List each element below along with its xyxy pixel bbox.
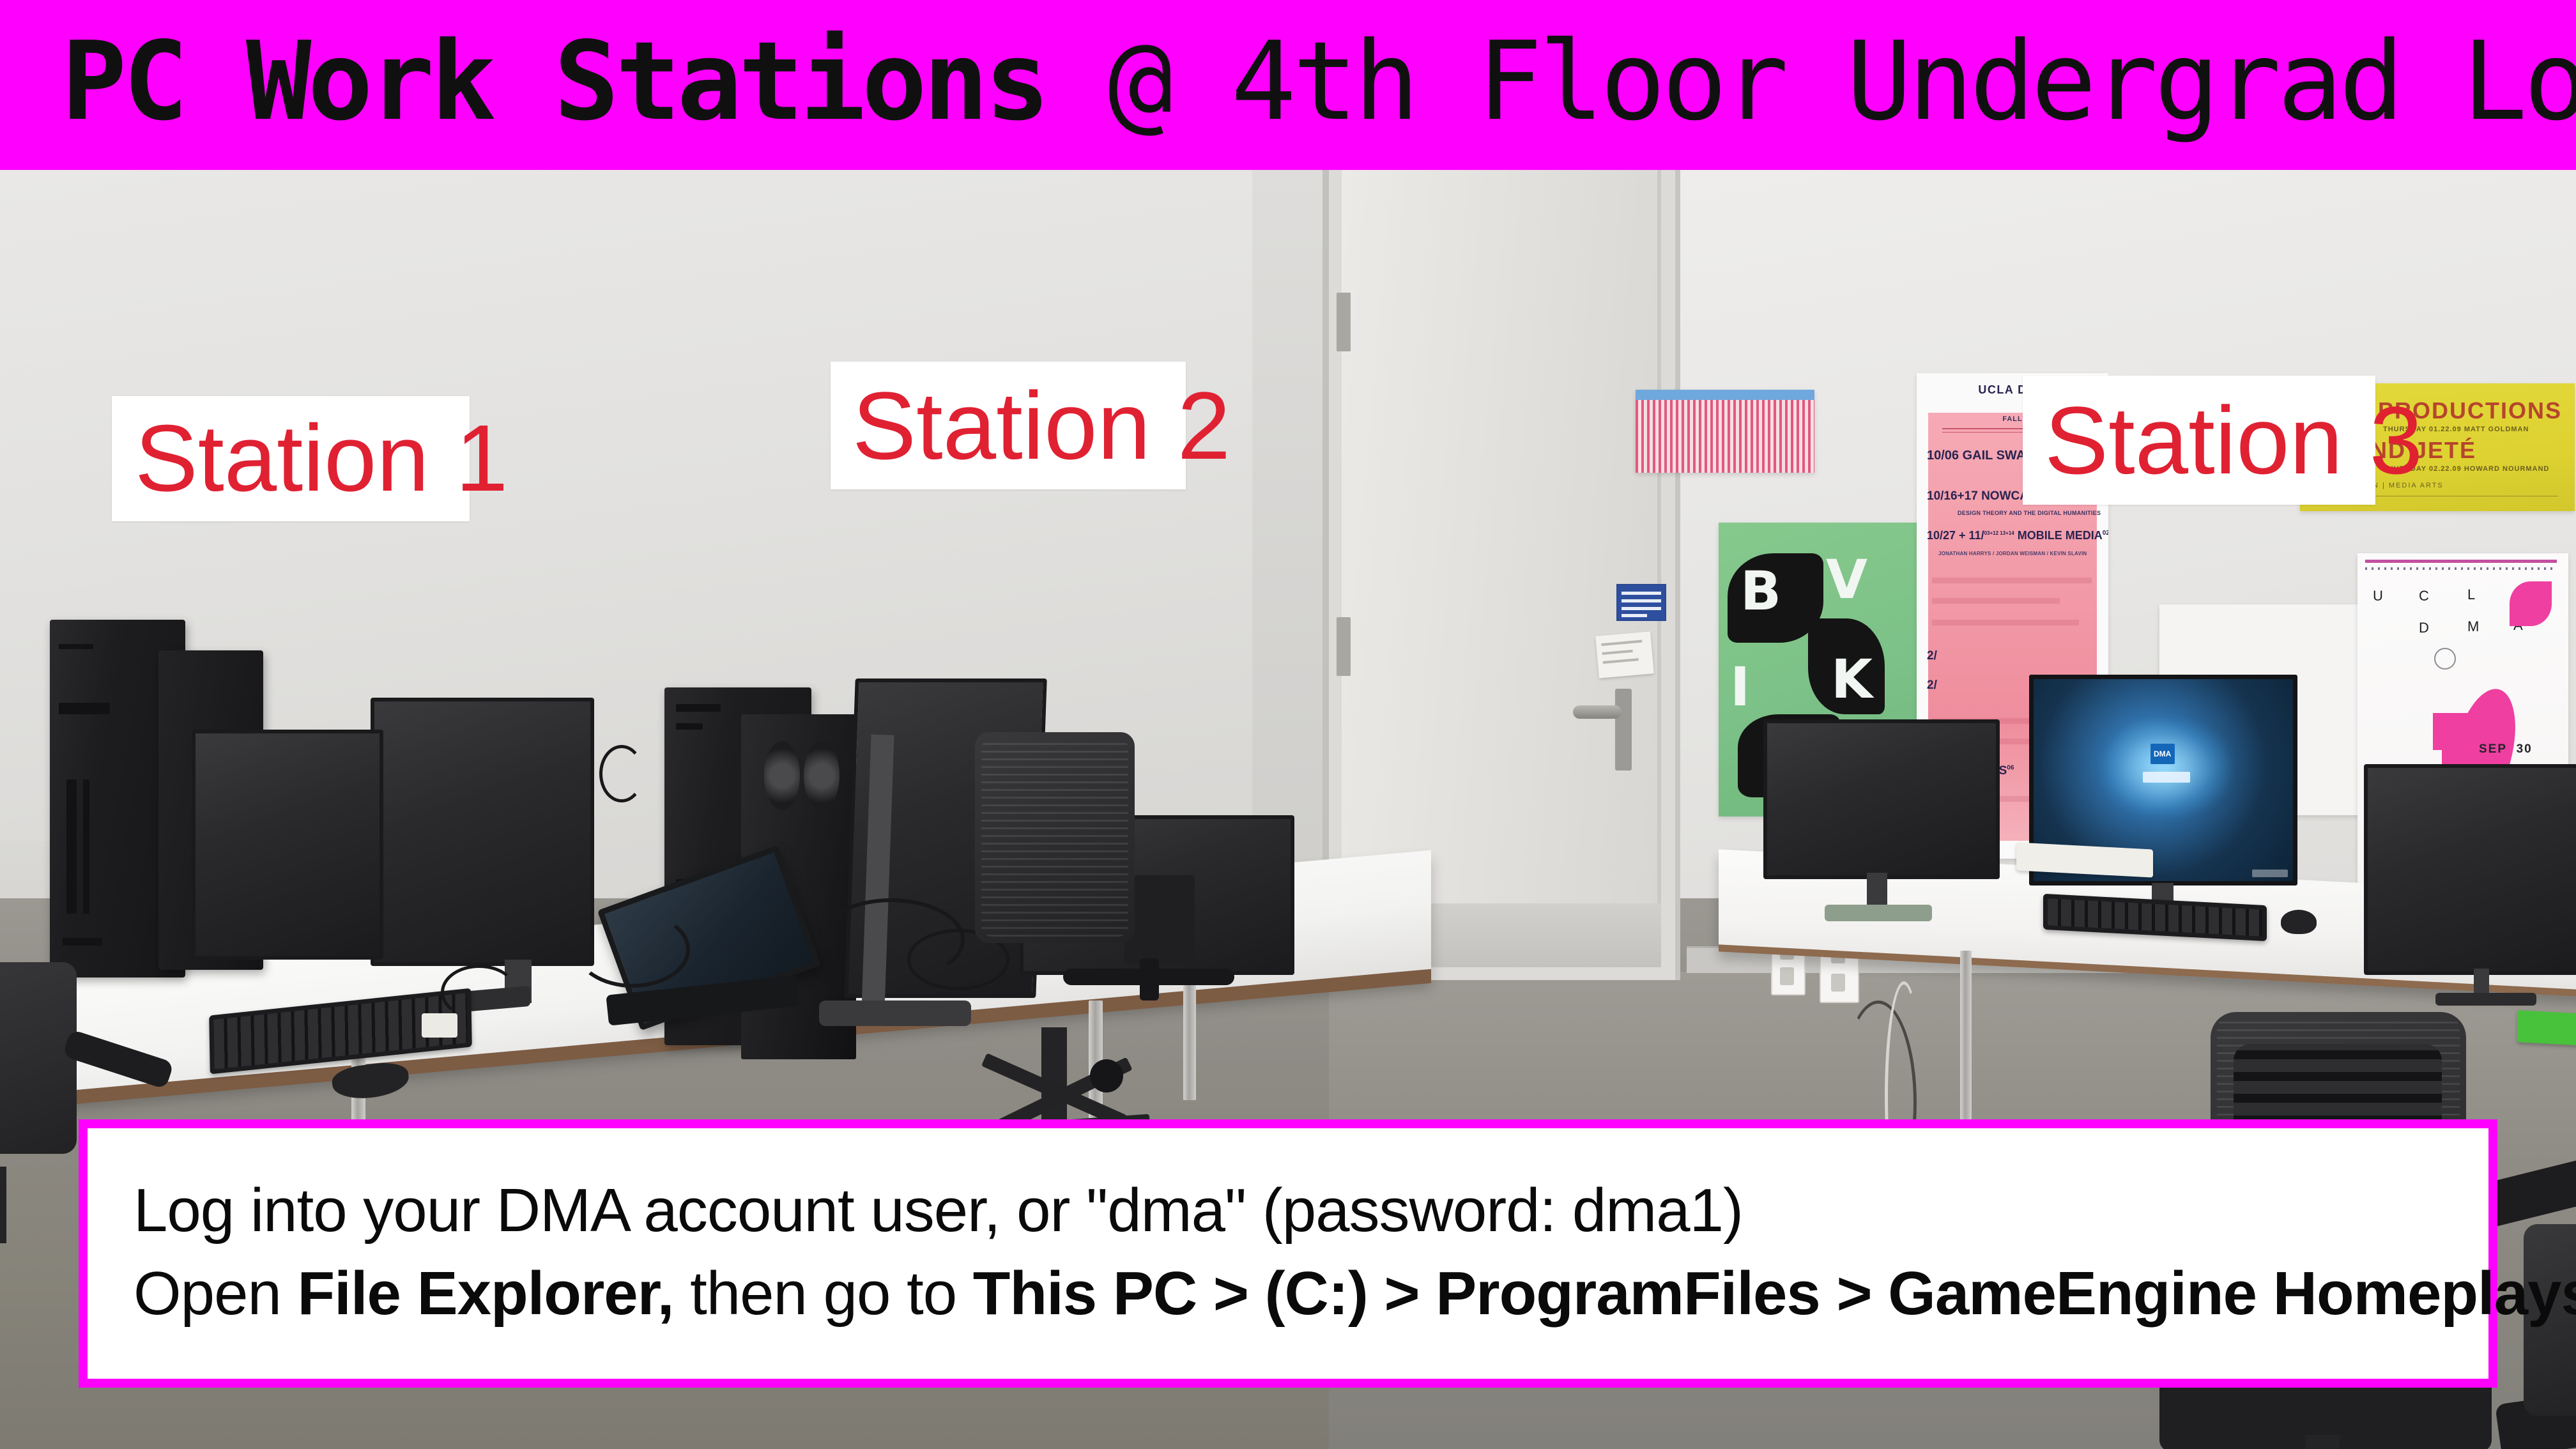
instructions-inner: Log into your DMA account user, or "dma"… (88, 1128, 2576, 1379)
page-title: PC Work Stations @ 4th Floor Undergrad L… (61, 17, 2576, 148)
page-title-bold: PC Work Stations (61, 19, 1050, 145)
door-panel[interactable] (1342, 170, 1661, 967)
green-mousepad (2517, 1010, 2576, 1046)
desk-leg (1183, 979, 1196, 1100)
monitor-station-3-right (2364, 764, 2576, 975)
poster-row-3-names: JONATHAN HARRYS / JORDAN WEISMAN / KEVIN… (1938, 551, 2087, 556)
door-hinge-icon (1337, 293, 1351, 351)
desk-leg (1960, 951, 1972, 1142)
poster-ucla-letter: L (2467, 586, 2477, 602)
poster-ucla-month: SEP (2479, 742, 2508, 756)
door-hinge-icon (1337, 617, 1351, 676)
mouse-station-3[interactable] (2281, 910, 2317, 934)
poster-ucla-letter: D (2419, 620, 2430, 636)
instruction-line-2: Open File Explorer, then go to This PC >… (134, 1252, 2576, 1335)
screenshot-root: PC Work Stations @ 4th Floor Undergrad L… (0, 0, 2576, 1449)
monitor-station-1-front (192, 730, 383, 960)
poster-stripes (1636, 390, 1814, 473)
monitor-base-post (1140, 958, 1159, 1000)
poster-ucla-letter: C (2419, 588, 2430, 604)
dma-logo-icon: DMA (2150, 744, 2175, 765)
station-2-label-text: Station 2 (852, 372, 1231, 479)
monitor-station-1-rear (371, 698, 594, 966)
station-3-label: Station 3 (2023, 376, 2423, 505)
cable (575, 911, 690, 988)
poster-row-4: 2/ (1927, 649, 1937, 663)
door-note (1595, 631, 1654, 678)
poster-ucla-day: 30 (2516, 742, 2533, 756)
instruction-line-2-part-4: This PC > (C:) > ProgramFiles > GameEngi… (972, 1259, 2576, 1328)
poster-ucla-letter: U (2373, 588, 2384, 604)
cpu-fan-icon (804, 741, 839, 810)
system-tray[interactable] (2252, 870, 2288, 877)
instruction-line-1: Log into your DMA account user, or "dma"… (134, 1176, 1744, 1245)
cable (599, 745, 644, 802)
poster-row-2-sub: DESIGN THEORY AND THE DIGITAL HUMANITIES (1958, 510, 2101, 516)
login-field[interactable] (2142, 772, 2190, 783)
monitor-base (819, 1000, 971, 1026)
door-sign (1616, 584, 1666, 621)
station-3-label-text: Station 3 (2044, 387, 2423, 494)
poster-ucla-letter: M (2467, 618, 2481, 634)
door-handle-plate (1615, 689, 1632, 770)
instruction-line-2-part-1: Open (134, 1259, 298, 1328)
instruction-line-2-part-2: File Explorer, (297, 1259, 675, 1328)
monitor-stand-block (1124, 875, 1195, 965)
cpu-fan-icon (764, 741, 800, 810)
page-title-light: 4th Floor Undergrad Lounge (1230, 19, 2576, 145)
station-1-label-text: Station 1 (135, 406, 509, 511)
poster-row-3: 10/27 + 11/03+12 13+14 MOBILE MEDIA02 (1927, 529, 2108, 542)
page-title-at: @ (1046, 19, 1231, 145)
monitor-station-3-left (1763, 719, 2000, 879)
monitor-base (1825, 905, 1932, 921)
monitor-base (2435, 993, 2536, 1006)
instruction-line-2-part-3: then go to (673, 1259, 973, 1328)
station-2-label: Station 2 (831, 362, 1230, 489)
wallpaper-glow (2101, 719, 2231, 816)
door-lever-handle[interactable] (1573, 705, 1621, 719)
station-1-label: Station 1 (112, 396, 508, 521)
cable (441, 965, 518, 1020)
instructions-box: Log into your DMA account user, or "dma"… (79, 1119, 2576, 1388)
header-banner: PC Work Stations @ 4th Floor Undergrad L… (0, 0, 2576, 170)
desk-paper-scrap (422, 1013, 457, 1038)
